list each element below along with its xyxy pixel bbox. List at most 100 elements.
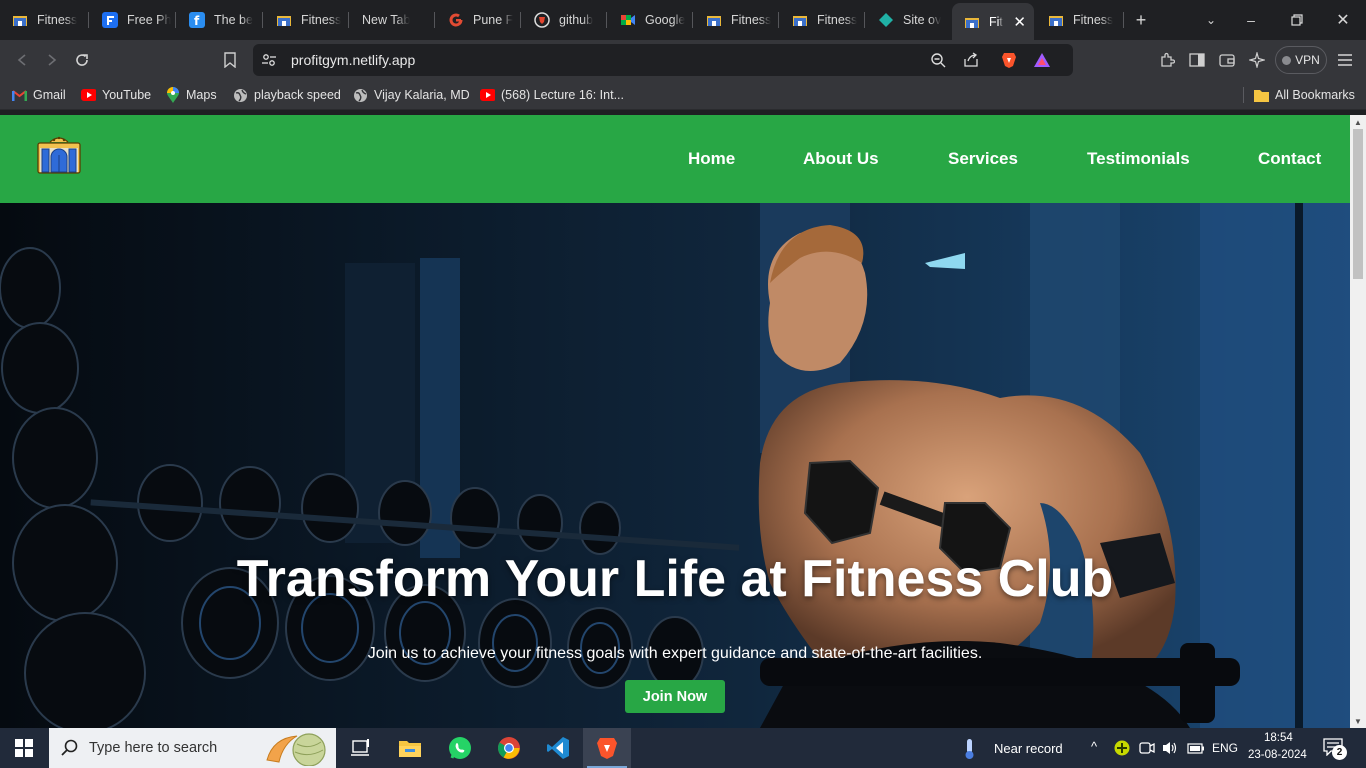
new-tab-button[interactable]: + [1129,8,1153,32]
nav-services[interactable]: Services [948,149,1018,169]
meet-now-icon[interactable] [1139,740,1155,761]
page-viewport: Home About Us Services Testimonials Cont… [0,115,1350,728]
tab-strip: Fitness Free Ph f The be Fitness New Tab… [0,0,1366,40]
task-view-icon[interactable] [336,728,384,768]
tab-fitness-5[interactable]: Fitness [1036,5,1122,35]
bookmark-youtube[interactable]: YouTube [81,86,151,104]
tab-search-chevron-icon[interactable]: ⌄ [1199,8,1223,32]
share-icon[interactable] [959,48,983,72]
globe-icon [233,88,248,103]
tab-site-overview[interactable]: Site ov [866,5,950,35]
zoom-icon[interactable] [926,48,950,72]
gym-logo-icon[interactable] [36,134,82,176]
taskbar-search-box[interactable]: Type here to search [49,728,336,768]
gym-building-icon [964,14,980,30]
weather-text[interactable]: Near record [994,741,1063,756]
hero-section: Transform Your Life at Fitness Club Join… [0,203,1350,728]
language-indicator[interactable]: ENG [1212,741,1238,755]
page-scrollbar[interactable]: ▲ ▼ [1350,115,1366,728]
scroll-down-arrow-icon[interactable]: ▼ [1350,714,1366,728]
globe-icon [353,88,368,103]
search-icon [61,739,78,756]
folder-icon [1254,88,1269,103]
nav-contact[interactable]: Contact [1258,149,1321,169]
svg-text:f: f [194,14,200,28]
tab-fitness-1[interactable]: Fitness [0,5,88,35]
scrollbar-thumb[interactable] [1353,129,1363,279]
vpn-button[interactable]: VPN [1275,46,1327,74]
chrome-icon[interactable] [485,728,533,768]
battery-icon[interactable] [1187,742,1205,760]
bookmark-maps[interactable]: Maps [165,86,217,104]
nav-home[interactable]: Home [688,149,735,169]
reload-icon[interactable] [70,48,94,72]
scroll-up-arrow-icon[interactable]: ▲ [1350,115,1366,129]
youtube-icon [480,88,495,103]
site-navbar: Home About Us Services Testimonials Cont… [0,115,1350,203]
nav-about-us[interactable]: About Us [803,149,879,169]
notification-center-button[interactable]: 2 [1323,738,1347,760]
address-bar[interactable]: profitgym.netlify.app [253,44,1073,76]
tray-chevron-up-icon[interactable]: ^ [1091,739,1097,754]
tab-free-photos[interactable]: Free Ph [90,5,174,35]
tab-fitness-4[interactable]: Fitness [780,5,864,35]
clock-time[interactable]: 18:54 [1264,732,1293,744]
tab-fitness-2[interactable]: Fitness [264,5,348,35]
site-settings-icon[interactable] [257,48,281,72]
tab-google[interactable]: Google [608,5,692,35]
bookmark-lecture-16[interactable]: (568) Lecture 16: Int... [480,86,624,104]
minimize-icon[interactable]: – [1239,8,1263,32]
notification-count-badge: 2 [1332,745,1347,760]
restore-window-icon[interactable] [1285,8,1309,32]
bookmark-vijay-kalaria[interactable]: Vijay Kalaria, MD [353,86,470,104]
hero-title: Transform Your Life at Fitness Club [236,550,1114,608]
brave-taskbar-icon[interactable] [583,728,631,768]
tab-github[interactable]: github [522,5,606,35]
tab-the-best[interactable]: f The be [177,5,261,35]
vpn-status-icon [1282,55,1292,65]
bookmark-gmail[interactable]: Gmail [12,86,66,104]
all-bookmarks-folder[interactable]: All Bookmarks [1254,86,1355,104]
wallet-icon[interactable] [1215,48,1239,72]
youtube-icon [81,88,96,103]
security-tray-icon[interactable] [1114,740,1130,761]
back-arrow-icon[interactable] [10,48,34,72]
weather-thermometer-icon[interactable] [962,738,976,765]
maps-pin-icon [165,87,180,103]
tab-fitness-3[interactable]: Fitness [694,5,778,35]
melon-search-highlight-icon [266,733,326,766]
bookmark-icon[interactable] [218,48,242,72]
brave-shield-icon [534,12,550,28]
vscode-icon[interactable] [534,728,582,768]
windows-start-button[interactable] [0,728,48,768]
file-explorer-icon[interactable] [386,728,434,768]
gym-building-icon [1048,12,1064,28]
gym-building-icon [276,12,292,28]
forward-arrow-icon[interactable] [40,48,64,72]
google-meet-icon [620,12,636,28]
close-tab-icon[interactable]: ✕ [1013,13,1026,31]
sidebar-icon[interactable] [1185,48,1209,72]
g-logo-icon [448,12,464,28]
extensions-icon[interactable] [1155,48,1179,72]
gym-building-icon [792,12,808,28]
brave-rewards-icon[interactable] [1030,48,1054,72]
f-app-icon: f [189,12,205,28]
url-text: profitgym.netlify.app [291,52,416,68]
brave-shields-icon[interactable] [997,48,1021,72]
clock-date[interactable]: 23-08-2024 [1248,749,1307,761]
bookmark-playback-speed[interactable]: playback speed [233,86,341,104]
leo-ai-icon[interactable] [1245,48,1269,72]
nav-testimonials[interactable]: Testimonials [1087,149,1190,169]
tab-active-fitness[interactable]: Fit ✕ [952,3,1034,40]
tab-pune[interactable]: Pune F [436,5,520,35]
volume-icon[interactable] [1162,740,1180,761]
browser-toolbar: profitgym.netlify.app VPN [0,40,1366,80]
tab-new-tab[interactable]: New Tab [350,5,434,35]
close-window-icon[interactable]: ✕ [1331,8,1355,32]
windows-logo-icon [15,739,33,757]
whatsapp-icon[interactable] [436,728,484,768]
menu-hamburger-icon[interactable] [1333,48,1357,72]
gmail-icon [12,88,27,103]
join-now-button[interactable]: Join Now [625,680,725,713]
